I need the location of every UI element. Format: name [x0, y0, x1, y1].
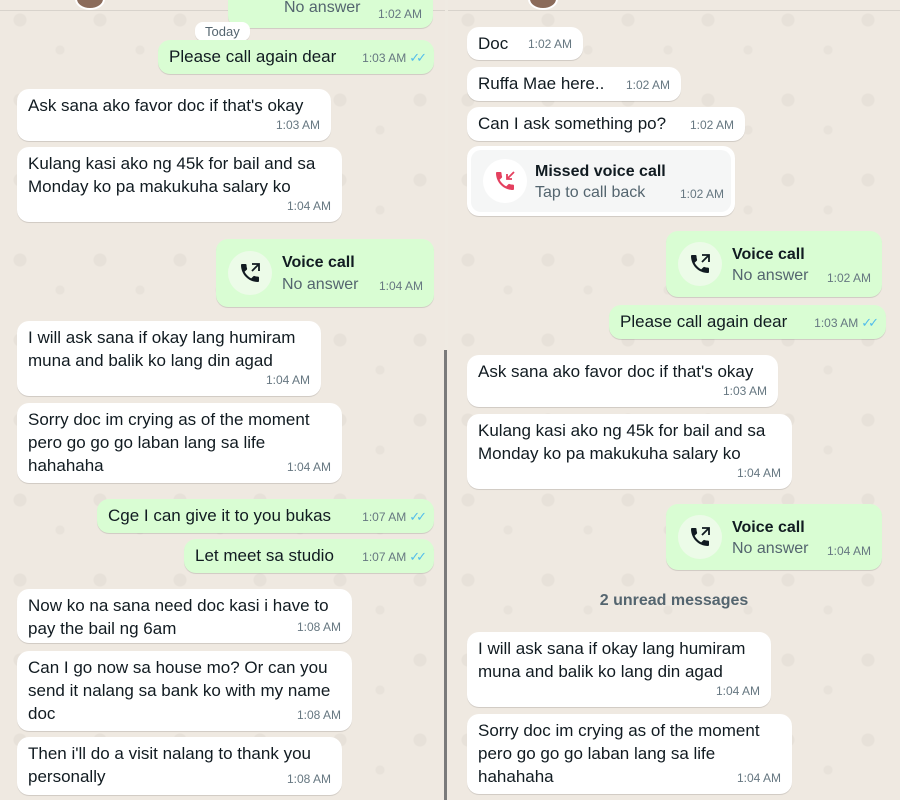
phone-outgoing-icon [678, 515, 722, 559]
message-time: 1:04 AM [736, 466, 781, 480]
voice-call-bubble[interactable]: Voice call No answer 1:04 AM [216, 239, 434, 307]
message-bubble-outgoing[interactable]: Let meet sa studio 1:07 AM ✓✓ [184, 539, 434, 573]
message-bubble-outgoing[interactable]: Please call again dear 1:03 AM ✓✓ [609, 305, 886, 339]
call-status: No answer [282, 276, 359, 293]
phone-missed-icon [483, 159, 527, 203]
message-time: 1:02 AM [826, 271, 871, 285]
message-time: 1:04 AM [265, 373, 310, 387]
message-time: 1:04 AM [715, 684, 760, 698]
message-bubble-incoming[interactable]: Ask sana ako favor doc if that's okay 1:… [17, 89, 331, 141]
message-time: 1:03 AM [722, 384, 767, 398]
double-check-icon: ✓✓ [861, 315, 879, 330]
call-title: Voice call [732, 246, 805, 263]
call-title: Voice call [282, 254, 355, 271]
message-bubble-incoming[interactable]: Now ko na sana need doc kasi i have to p… [17, 589, 352, 643]
message-time: 1:04 AM [286, 460, 331, 474]
message-text: I will ask sana if okay lang humiram mun… [28, 328, 296, 370]
date-divider: Today [195, 22, 250, 41]
message-bubble-incoming[interactable]: Kulang kasi ako ng 45k for bail and sa M… [17, 147, 342, 222]
message-text: Kulang kasi ako ng 45k for bail and sa M… [28, 154, 316, 196]
message-bubble-incoming[interactable]: Sorry doc im crying as of the moment per… [17, 403, 342, 483]
message-bubble-incoming[interactable]: Can I go now sa house mo? Or can you sen… [17, 651, 352, 731]
phone-outgoing-icon [228, 251, 272, 295]
message-time: 1:03 AM ✓✓ [814, 315, 879, 330]
message-time: 1:02 AM [625, 78, 670, 92]
voice-call-bubble[interactable]: Voice call No answer 1:04 AM [666, 504, 882, 570]
message-bubble-incoming[interactable]: I will ask sana if okay lang humiram mun… [17, 321, 321, 396]
message-time: 1:02 AM [689, 118, 734, 132]
message-text: Now ko na sana need doc kasi i have to p… [28, 596, 329, 638]
voice-call-bubble-partial[interactable]: No answer 1:02 AM [228, 0, 433, 28]
call-status: No answer [284, 0, 361, 16]
voice-call-bubble[interactable]: Voice call No answer 1:02 AM [666, 231, 882, 297]
double-check-icon: ✓✓ [409, 509, 427, 524]
call-title: Voice call [732, 519, 805, 536]
pane-divider [444, 350, 447, 800]
message-bubble-outgoing[interactable]: Please call again dear 1:03 AM ✓✓ [158, 40, 434, 74]
missed-call-bubble[interactable]: Missed voice call Tap to call back 1:02 … [467, 146, 735, 216]
message-bubble-incoming[interactable]: Sorry doc im crying as of the moment per… [467, 714, 792, 794]
double-check-icon: ✓✓ [409, 50, 427, 65]
message-bubble-incoming[interactable]: Ask sana ako favor doc if that's okay 1:… [467, 355, 778, 407]
message-time: 1:04 AM [736, 771, 781, 785]
message-bubble-incoming[interactable]: Kulang kasi ako ng 45k for bail and sa M… [467, 414, 792, 489]
message-bubble-incoming[interactable]: Then i'll do a visit nalang to thank you… [17, 737, 342, 795]
call-status: No answer [732, 267, 809, 284]
message-time: 1:04 AM [378, 279, 423, 293]
message-text: Kulang kasi ako ng 45k for bail and sa M… [478, 421, 766, 463]
message-bubble-incoming[interactable]: Doc 1:02 AM [467, 27, 583, 60]
phone-outgoing-icon [678, 242, 722, 286]
message-time: 1:02 AM [527, 37, 572, 51]
message-bubble-outgoing[interactable]: Cge I can give it to you bukas 1:07 AM ✓✓ [97, 499, 434, 533]
message-time: 1:08 AM [296, 708, 341, 722]
message-time: 1:07 AM ✓✓ [362, 509, 427, 524]
message-text: Can I go now sa house mo? Or can you sen… [28, 658, 331, 723]
message-time: 1:04 AM [826, 544, 871, 558]
call-title: Missed voice call [535, 163, 666, 180]
message-bubble-incoming[interactable]: I will ask sana if okay lang humiram mun… [467, 632, 771, 707]
message-time: 1:03 AM ✓✓ [362, 50, 427, 65]
double-check-icon: ✓✓ [409, 549, 427, 564]
message-time: 1:02 AM [679, 187, 724, 201]
call-status: Tap to call back [535, 184, 646, 201]
message-text: I will ask sana if okay lang humiram mun… [478, 639, 746, 681]
chat-pane-right[interactable]: Doc 1:02 AM Ruffa Mae here.. 1:02 AM Can… [448, 0, 900, 800]
message-bubble-incoming[interactable]: Can I ask something po? 1:02 AM [467, 107, 745, 141]
message-time: 1:07 AM ✓✓ [362, 549, 427, 564]
message-time: 1:04 AM [286, 199, 331, 213]
message-time: 1:08 AM [296, 620, 341, 634]
header-edge [448, 0, 900, 11]
message-time: 1:02 AM [377, 7, 422, 21]
call-status: No answer [732, 540, 809, 557]
chat-pane-left[interactable]: No answer 1:02 AM Today Please call agai… [0, 0, 445, 800]
message-time: 1:03 AM [275, 118, 320, 132]
unread-messages-divider: 2 unread messages [599, 592, 749, 609]
message-bubble-incoming[interactable]: Ruffa Mae here.. 1:02 AM [467, 67, 681, 101]
message-time: 1:08 AM [286, 772, 331, 786]
